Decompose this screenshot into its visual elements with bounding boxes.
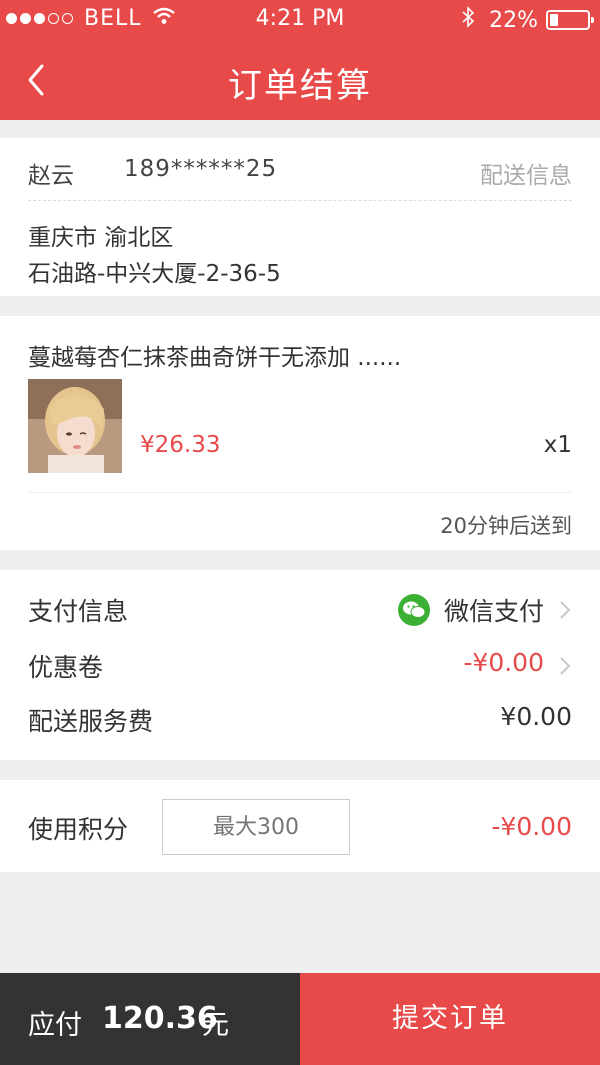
payment-info-label: 支付信息 (28, 597, 129, 626)
product-quantity: x1 (543, 432, 572, 458)
points-card: 使用积分 -¥0.00 (0, 780, 600, 872)
checkout-footer: 应付 120.36 元 提交订单 (0, 973, 600, 1065)
divider (28, 200, 572, 201)
submit-order-button[interactable]: 提交订单 (300, 973, 600, 1065)
payment-method-value: 微信支付 (397, 592, 544, 628)
wechat-pay-icon (397, 594, 430, 626)
product-thumbnail[interactable] (28, 379, 122, 473)
coupon-label: 优惠卷 (28, 653, 104, 682)
shipping-info-link[interactable]: 配送信息 (480, 156, 572, 190)
total-panel: 应付 120.36 元 (0, 973, 300, 1065)
page-title: 订单结算 (228, 66, 372, 106)
coupon-row[interactable]: 优惠卷 -¥0.00 (28, 648, 572, 688)
header-bar: BELL 4:21 PM 22% 订单结算 (0, 0, 600, 120)
status-right: 22% (461, 6, 594, 34)
points-label: 使用积分 (28, 815, 129, 844)
points-input[interactable] (162, 799, 350, 855)
divider (28, 492, 572, 493)
payment-method-text: 微信支付 (443, 597, 544, 626)
payment-method-row[interactable]: 支付信息 微信支付 (28, 592, 572, 632)
delivery-fee-row: 配送服务费 ¥0.00 (28, 702, 572, 742)
delivery-eta: 20分钟后送到 (440, 514, 572, 538)
bluetooth-icon (461, 6, 475, 34)
product-price: ¥26.33 (140, 432, 221, 458)
coupon-value: -¥0.00 (463, 648, 544, 677)
chevron-right-icon (560, 601, 571, 619)
points-deduction: -¥0.00 (491, 812, 572, 841)
battery-icon (546, 10, 594, 30)
delivery-address-card[interactable]: 赵云 189******25 配送信息 重庆市 渝北区 石油路-中兴大厦-2-3… (0, 138, 600, 296)
delivery-fee-label: 配送服务费 (28, 707, 154, 736)
recipient-phone: 189******25 (124, 156, 278, 182)
battery-percent: 22% (489, 7, 538, 33)
status-bar: BELL 4:21 PM 22% (0, 0, 600, 40)
total-label: 应付 (28, 1010, 82, 1041)
address-street: 石油路-中兴大厦-2-36-5 (28, 261, 281, 287)
total-unit: 元 (202, 1010, 229, 1041)
total-amount: 120.36 (102, 1001, 218, 1036)
address-region: 重庆市 渝北区 (28, 225, 174, 251)
delivery-fee-value: ¥0.00 (500, 702, 572, 731)
product-name[interactable]: 蔓越莓杏仁抹茶曲奇饼干无添加 ...... (28, 338, 401, 372)
recipient-name: 赵云 (28, 163, 74, 189)
payment-card: 支付信息 微信支付 优惠卷 -¥0.00 配送服务费 ¥0.00 (0, 570, 600, 760)
product-card: 蔓越莓杏仁抹茶曲奇饼干无添加 ...... ¥26.33 x1 20分钟后送到 (0, 316, 600, 550)
chevron-right-icon (560, 657, 571, 675)
